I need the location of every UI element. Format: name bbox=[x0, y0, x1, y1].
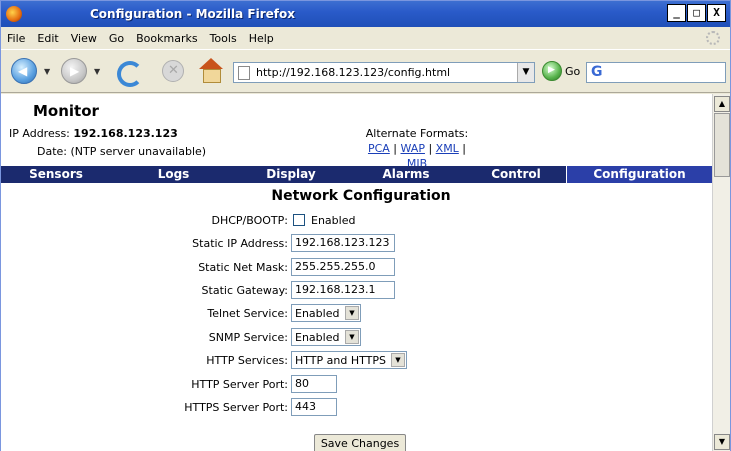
save-changes-button[interactable]: Save Changes bbox=[314, 434, 406, 451]
throbber-icon bbox=[706, 31, 720, 45]
netmask-input[interactable]: 255.255.255.0 bbox=[291, 258, 395, 276]
page-icon bbox=[238, 65, 250, 80]
dhcp-checkbox[interactable] bbox=[293, 214, 305, 226]
tab-sensors[interactable]: Sensors bbox=[1, 166, 111, 183]
https-port-row: HTTPS Server Port: 443 bbox=[1, 398, 337, 416]
go-button[interactable]: Go bbox=[542, 61, 580, 81]
scroll-down-icon[interactable]: ▼ bbox=[714, 434, 730, 450]
http-services-select[interactable]: HTTP and HTTPS ▼ bbox=[291, 351, 407, 369]
tab-logs[interactable]: Logs bbox=[111, 166, 236, 183]
static-ip-label: Static IP Address: bbox=[192, 236, 288, 250]
scroll-thumb[interactable] bbox=[714, 113, 730, 177]
telnet-select-value: Enabled bbox=[295, 306, 340, 320]
home-button[interactable] bbox=[197, 58, 225, 84]
https-port-label: HTTPS Server Port: bbox=[184, 400, 288, 414]
link-wap[interactable]: WAP bbox=[401, 142, 425, 155]
https-port-input[interactable]: 443 bbox=[291, 398, 337, 416]
alternate-formats-label: Alternate Formats: bbox=[365, 127, 469, 140]
tab-configuration[interactable]: Configuration bbox=[566, 166, 712, 183]
link-separator: | bbox=[458, 142, 467, 155]
telnet-label: Telnet Service: bbox=[207, 306, 288, 320]
static-ip-row: Static IP Address: 192.168.123.123 bbox=[1, 234, 395, 252]
nav-tabs: Sensors Logs Display Alarms Control Conf… bbox=[1, 166, 712, 183]
scroll-up-icon[interactable]: ▲ bbox=[714, 96, 730, 112]
snmp-row: SNMP Service: Enabled ▼ bbox=[1, 328, 361, 346]
gateway-row: Static Gateway: 192.168.123.1 bbox=[1, 281, 395, 299]
ip-address-label: IP Address: bbox=[9, 127, 70, 140]
menu-tools[interactable]: Tools bbox=[210, 32, 237, 45]
ip-address-line: IP Address: 192.168.123.123 bbox=[9, 127, 178, 140]
netmask-label: Static Net Mask: bbox=[198, 260, 288, 274]
go-arrow-icon bbox=[542, 61, 562, 81]
forward-dropdown-icon[interactable]: ▼ bbox=[94, 67, 100, 76]
minimize-button[interactable]: _ bbox=[667, 4, 686, 22]
menu-go[interactable]: Go bbox=[109, 32, 124, 45]
close-button[interactable]: X bbox=[707, 4, 726, 22]
http-port-label: HTTP Server Port: bbox=[191, 377, 288, 391]
link-separator: | bbox=[424, 142, 436, 155]
chevron-down-icon[interactable]: ▼ bbox=[345, 306, 359, 320]
telnet-select[interactable]: Enabled ▼ bbox=[291, 304, 361, 322]
back-dropdown-icon[interactable]: ▼ bbox=[44, 67, 50, 76]
link-separator: | bbox=[389, 142, 401, 155]
menu-edit[interactable]: Edit bbox=[37, 32, 58, 45]
menu-bookmarks[interactable]: Bookmarks bbox=[136, 32, 197, 45]
reload-button[interactable] bbox=[115, 59, 143, 87]
http-services-row: HTTP Services: HTTP and HTTPS ▼ bbox=[1, 351, 407, 369]
url-dropdown-icon[interactable]: ▼ bbox=[517, 63, 534, 82]
maximize-button[interactable]: □ bbox=[687, 4, 706, 22]
http-services-label: HTTP Services: bbox=[206, 353, 288, 367]
url-text[interactable]: http://192.168.123.123/config.html bbox=[256, 66, 450, 79]
section-title: Network Configuration bbox=[271, 188, 451, 204]
snmp-select-value: Enabled bbox=[295, 330, 340, 344]
dhcp-label: DHCP/BOOTP: bbox=[211, 213, 289, 227]
date-line: Date: (NTP server unavailable) bbox=[37, 145, 206, 158]
menu-bar: File Edit View Go Bookmarks Tools Help bbox=[1, 27, 730, 49]
menu-view[interactable]: View bbox=[71, 32, 97, 45]
go-label: Go bbox=[565, 64, 581, 78]
http-port-row: HTTP Server Port: 80 bbox=[1, 375, 337, 393]
back-button[interactable] bbox=[11, 58, 37, 84]
forward-button[interactable] bbox=[61, 58, 87, 84]
menu-file[interactable]: File bbox=[7, 32, 25, 45]
page-content: Monitor IP Address: 192.168.123.123 Date… bbox=[1, 94, 712, 451]
link-pca[interactable]: PCA bbox=[368, 142, 390, 155]
google-search-icon: G bbox=[591, 64, 603, 80]
static-ip-input[interactable]: 192.168.123.123 bbox=[291, 234, 395, 252]
page-title: Monitor bbox=[33, 102, 99, 120]
url-bar[interactable]: http://192.168.123.123/config.html ▼ bbox=[233, 62, 535, 83]
window-title: Configuration - Mozilla Firefox bbox=[90, 7, 295, 21]
tab-alarms[interactable]: Alarms bbox=[346, 166, 466, 183]
dhcp-row: DHCP/BOOTP: Enabled bbox=[1, 211, 356, 229]
netmask-row: Static Net Mask: 255.255.255.0 bbox=[1, 258, 395, 276]
dhcp-checkbox-label: Enabled bbox=[311, 213, 356, 227]
telnet-row: Telnet Service: Enabled ▼ bbox=[1, 304, 361, 322]
search-box[interactable]: G bbox=[586, 62, 726, 83]
gateway-label: Static Gateway: bbox=[201, 283, 288, 297]
vertical-scrollbar[interactable]: ▲ ▼ bbox=[712, 94, 730, 451]
navigation-toolbar: ▼ ▼ http://192.168.123.123/config.html ▼… bbox=[1, 49, 730, 93]
link-xml[interactable]: XML bbox=[436, 142, 459, 155]
chevron-down-icon[interactable]: ▼ bbox=[391, 353, 405, 367]
snmp-label: SNMP Service: bbox=[208, 330, 288, 344]
ip-address-value: 192.168.123.123 bbox=[73, 127, 178, 140]
http-port-input[interactable]: 80 bbox=[291, 375, 337, 393]
gateway-input[interactable]: 192.168.123.1 bbox=[291, 281, 395, 299]
menu-help[interactable]: Help bbox=[249, 32, 274, 45]
browser-window: Configuration - Mozilla Firefox _ □ X Fi… bbox=[0, 0, 731, 451]
alternate-formats: Alternate Formats: PCA | WAP | XML | MIB bbox=[357, 126, 477, 171]
stop-button[interactable] bbox=[162, 60, 184, 82]
tab-control[interactable]: Control bbox=[466, 166, 566, 183]
snmp-select[interactable]: Enabled ▼ bbox=[291, 328, 361, 346]
date-label: Date: bbox=[37, 145, 67, 158]
title-bar[interactable]: Configuration - Mozilla Firefox _ □ X bbox=[1, 1, 730, 27]
tab-display[interactable]: Display bbox=[236, 166, 346, 183]
date-value: (NTP server unavailable) bbox=[70, 145, 207, 158]
chevron-down-icon[interactable]: ▼ bbox=[345, 330, 359, 344]
http-services-select-value: HTTP and HTTPS bbox=[295, 353, 386, 367]
firefox-icon bbox=[6, 6, 22, 22]
